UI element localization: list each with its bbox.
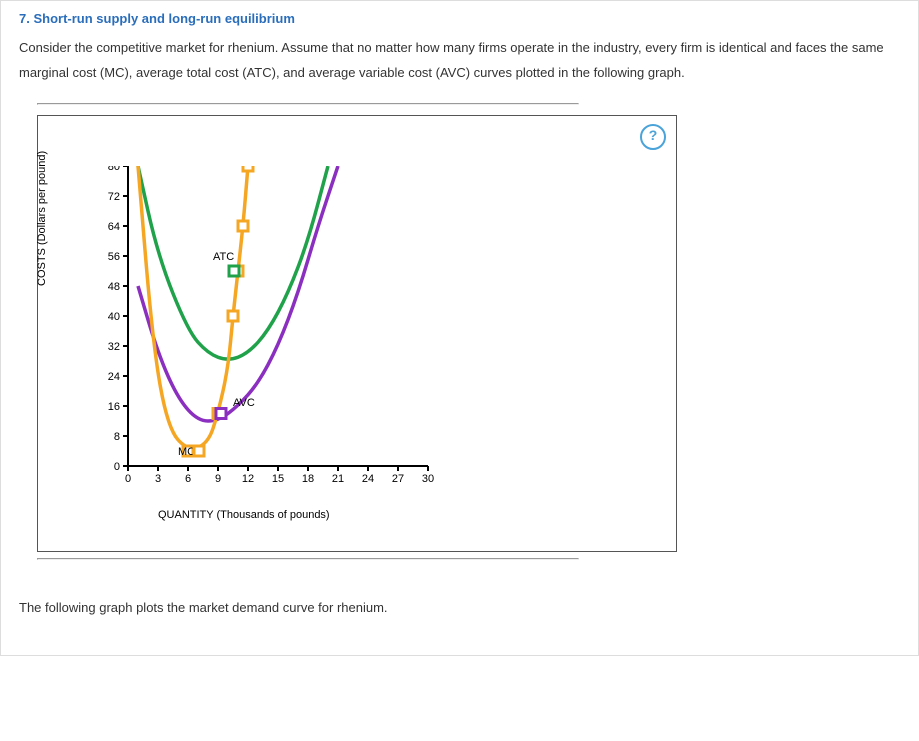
svg-text:27: 27 (392, 473, 404, 485)
atc-legend-box[interactable] (229, 266, 239, 276)
divider-bottom (37, 558, 579, 560)
mc-handle[interactable] (238, 221, 248, 231)
svg-text:64: 64 (108, 221, 120, 233)
svg-text:9: 9 (215, 473, 221, 485)
svg-text:8: 8 (114, 431, 120, 443)
svg-text:40: 40 (108, 311, 120, 323)
avc-legend-box[interactable] (216, 409, 226, 419)
question-title-text: Short-run supply and long-run equilibriu… (33, 11, 294, 26)
chart-container: ? COSTS (Dollars per pound) 081624324048… (37, 115, 677, 552)
mc-handle[interactable] (243, 166, 253, 171)
question-container: 7. Short-run supply and long-run equilib… (0, 0, 919, 656)
svg-text:56: 56 (108, 251, 120, 263)
svg-text:ATC: ATC (213, 251, 234, 263)
svg-text:AVC: AVC (233, 397, 255, 409)
plot-area[interactable]: 08162432404856647280036912151821242730MC… (98, 166, 656, 506)
svg-text:12: 12 (242, 473, 254, 485)
svg-text:18: 18 (302, 473, 314, 485)
question-number: 7. (19, 11, 30, 26)
svg-text:48: 48 (108, 281, 120, 293)
svg-text:21: 21 (332, 473, 344, 485)
svg-text:16: 16 (108, 401, 120, 413)
cost-curves-chart[interactable]: 08162432404856647280036912151821242730MC… (98, 166, 438, 506)
help-button[interactable]: ? (640, 124, 666, 150)
svg-text:24: 24 (108, 371, 120, 383)
mc-legend-box[interactable] (194, 446, 204, 456)
mc-handle[interactable] (228, 311, 238, 321)
svg-text:0: 0 (125, 473, 131, 485)
svg-text:72: 72 (108, 191, 120, 203)
x-axis-label: QUANTITY (Thousands of pounds) (158, 509, 656, 521)
svg-text:3: 3 (155, 473, 161, 485)
divider-top (37, 103, 579, 105)
footer-text: The following graph plots the market dem… (19, 600, 900, 615)
svg-text:0: 0 (114, 461, 120, 473)
svg-text:24: 24 (362, 473, 374, 485)
y-axis-label: COSTS (Dollars per pound) (36, 151, 48, 286)
question-title: 7. Short-run supply and long-run equilib… (19, 1, 900, 32)
svg-text:80: 80 (108, 166, 120, 173)
svg-text:6: 6 (185, 473, 191, 485)
svg-text:32: 32 (108, 341, 120, 353)
svg-text:15: 15 (272, 473, 284, 485)
question-description: Consider the competitive market for rhen… (19, 36, 900, 85)
svg-text:30: 30 (422, 473, 434, 485)
